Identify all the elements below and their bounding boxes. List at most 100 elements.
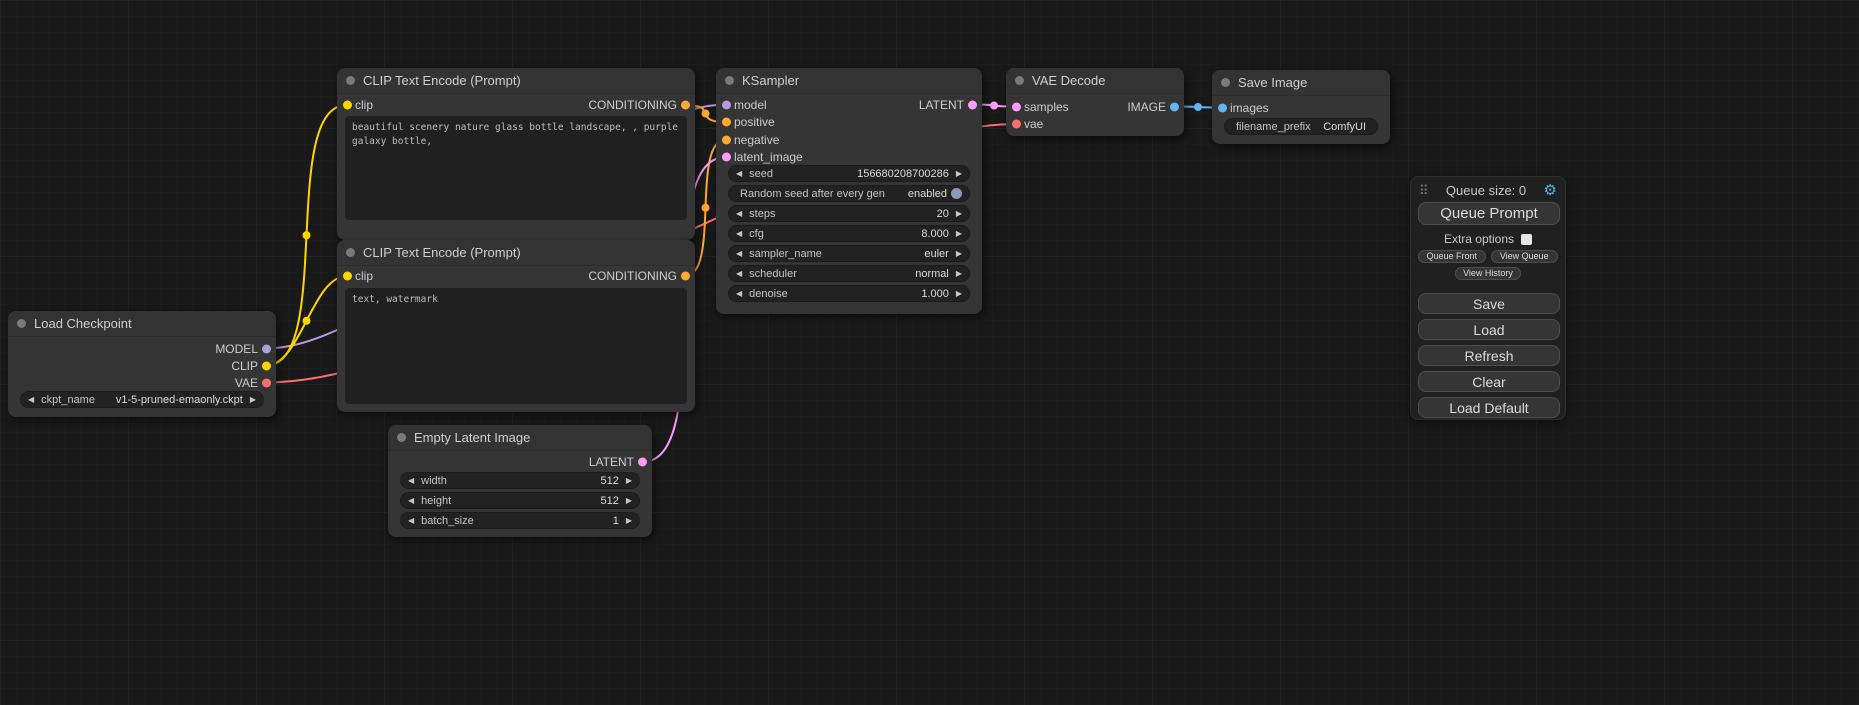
negative-prompt-textarea[interactable]: text, watermark bbox=[345, 288, 687, 404]
node-ksampler[interactable]: KSampler model positive negative latent_… bbox=[716, 68, 982, 314]
node-title-bar[interactable]: CLIP Text Encode (Prompt) bbox=[337, 240, 695, 266]
refresh-button[interactable]: Refresh bbox=[1418, 345, 1560, 366]
widget-seed[interactable]: ◀ seed 156680208700286 ▶ bbox=[728, 165, 970, 182]
input-slot-images: images bbox=[1212, 100, 1269, 115]
widget-value: 8.000 bbox=[921, 228, 949, 240]
decrease-arrow-icon[interactable]: ◀ bbox=[736, 210, 742, 218]
node-collapse-dot[interactable] bbox=[397, 433, 406, 442]
widget-value: 1.000 bbox=[921, 288, 949, 300]
widget-random-seed-toggle[interactable]: Random seed after every gen enabled bbox=[728, 185, 970, 202]
node-save-image[interactable]: Save Image images filename_prefix ComfyU… bbox=[1212, 70, 1390, 144]
widget-scheduler[interactable]: ◀ scheduler normal ▶ bbox=[728, 265, 970, 282]
increase-arrow-icon[interactable]: ▶ bbox=[956, 210, 962, 218]
increase-arrow-icon[interactable]: ▶ bbox=[626, 497, 632, 505]
output-dot-conditioning[interactable] bbox=[681, 100, 690, 109]
output-dot-vae[interactable] bbox=[262, 378, 271, 387]
node-collapse-dot[interactable] bbox=[346, 76, 355, 85]
increase-arrow-icon[interactable]: ▶ bbox=[626, 517, 632, 525]
increase-arrow-icon[interactable]: ▶ bbox=[956, 230, 962, 238]
output-dot-image[interactable] bbox=[1170, 102, 1179, 111]
view-history-button[interactable]: View History bbox=[1455, 267, 1521, 280]
node-title-bar[interactable]: Load Checkpoint bbox=[8, 311, 276, 337]
output-dot-model[interactable] bbox=[262, 344, 271, 353]
node-load-checkpoint[interactable]: Load Checkpoint MODEL CLIP VAE ◀ ckpt_na… bbox=[8, 311, 276, 417]
load-button[interactable]: Load bbox=[1418, 319, 1560, 340]
output-dot-clip[interactable] bbox=[262, 361, 271, 370]
node-title-label: CLIP Text Encode (Prompt) bbox=[363, 245, 521, 260]
queue-front-button[interactable]: Queue Front bbox=[1418, 250, 1486, 263]
decrease-arrow-icon[interactable]: ◀ bbox=[736, 170, 742, 178]
decrease-arrow-icon[interactable]: ◀ bbox=[736, 290, 742, 298]
decrease-arrow-icon[interactable]: ◀ bbox=[408, 517, 414, 525]
extra-options-checkbox[interactable] bbox=[1521, 234, 1532, 245]
widget-value: 20 bbox=[937, 208, 949, 220]
node-title-bar[interactable]: Empty Latent Image bbox=[388, 425, 652, 451]
increase-arrow-icon[interactable]: ▶ bbox=[956, 170, 962, 178]
decrease-arrow-icon[interactable]: ◀ bbox=[408, 497, 414, 505]
widget-value: 1 bbox=[613, 515, 619, 527]
widget-cfg[interactable]: ◀ cfg 8.000 ▶ bbox=[728, 225, 970, 242]
widget-ckpt-name[interactable]: ◀ ckpt_name v1-5-pruned-emaonly.ckpt ▶ bbox=[20, 391, 264, 408]
decrease-arrow-icon[interactable]: ◀ bbox=[736, 250, 742, 258]
view-queue-button[interactable]: View Queue bbox=[1491, 250, 1559, 263]
input-dot-clip[interactable] bbox=[343, 271, 352, 280]
output-slot-conditioning: CONDITIONING bbox=[588, 97, 695, 112]
queue-panel: ⠿ Queue size: 0 ⚙ Queue Prompt Extra opt… bbox=[1410, 176, 1566, 420]
widget-denoise[interactable]: ◀ denoise 1.000 ▶ bbox=[728, 285, 970, 302]
decrease-arrow-icon[interactable]: ◀ bbox=[736, 270, 742, 278]
node-collapse-dot[interactable] bbox=[1015, 76, 1024, 85]
input-dot-negative[interactable] bbox=[722, 135, 731, 144]
node-empty-latent-image[interactable]: Empty Latent Image LATENT ◀ width 512 ▶ … bbox=[388, 425, 652, 537]
node-clip-text-encode-positive[interactable]: CLIP Text Encode (Prompt) clip CONDITION… bbox=[337, 68, 695, 240]
load-default-button[interactable]: Load Default bbox=[1418, 397, 1560, 418]
increase-arrow-icon[interactable]: ▶ bbox=[956, 270, 962, 278]
node-title-bar[interactable]: CLIP Text Encode (Prompt) bbox=[337, 68, 695, 94]
node-collapse-dot[interactable] bbox=[725, 76, 734, 85]
node-collapse-dot[interactable] bbox=[17, 319, 26, 328]
input-dot-images[interactable] bbox=[1218, 103, 1227, 112]
slot-label: LATENT bbox=[919, 98, 964, 112]
settings-gear-icon[interactable]: ⚙ bbox=[1544, 183, 1557, 198]
output-dot-latent[interactable] bbox=[638, 457, 647, 466]
decrease-arrow-icon[interactable]: ◀ bbox=[408, 477, 414, 485]
output-dot-latent[interactable] bbox=[968, 100, 977, 109]
input-dot-vae[interactable] bbox=[1012, 120, 1021, 129]
increase-arrow-icon[interactable]: ▶ bbox=[626, 477, 632, 485]
widget-batch-size[interactable]: ◀ batch_size 1 ▶ bbox=[400, 512, 640, 529]
decrease-arrow-icon[interactable]: ◀ bbox=[736, 230, 742, 238]
node-title-bar[interactable]: KSampler bbox=[716, 68, 982, 94]
input-dot-clip[interactable] bbox=[343, 100, 352, 109]
widget-width[interactable]: ◀ width 512 ▶ bbox=[400, 472, 640, 489]
toggle-knob[interactable] bbox=[951, 188, 962, 199]
widget-name: width bbox=[421, 475, 600, 487]
input-dot-samples[interactable] bbox=[1012, 102, 1021, 111]
slot-label: CONDITIONING bbox=[588, 98, 677, 112]
node-title-label: VAE Decode bbox=[1032, 73, 1105, 88]
input-dot-latent-image[interactable] bbox=[722, 153, 731, 162]
widget-sampler-name[interactable]: ◀ sampler_name euler ▶ bbox=[728, 245, 970, 262]
input-dot-positive[interactable] bbox=[722, 118, 731, 127]
save-button[interactable]: Save bbox=[1418, 293, 1560, 314]
decrease-arrow-icon[interactable]: ◀ bbox=[28, 396, 34, 404]
positive-prompt-textarea[interactable]: beautiful scenery nature glass bottle la… bbox=[345, 116, 687, 220]
output-dot-conditioning[interactable] bbox=[681, 271, 690, 280]
queue-prompt-button[interactable]: Queue Prompt bbox=[1418, 202, 1560, 225]
node-collapse-dot[interactable] bbox=[1221, 78, 1230, 87]
node-clip-text-encode-negative[interactable]: CLIP Text Encode (Prompt) clip CONDITION… bbox=[337, 240, 695, 412]
widget-filename-prefix[interactable]: filename_prefix ComfyUI bbox=[1224, 118, 1378, 135]
node-vae-decode[interactable]: VAE Decode samples vae IMAGE bbox=[1006, 68, 1184, 136]
input-dot-model[interactable] bbox=[722, 100, 731, 109]
output-slot-model: MODEL bbox=[215, 341, 276, 356]
widget-steps[interactable]: ◀ steps 20 ▶ bbox=[728, 205, 970, 222]
clear-button[interactable]: Clear bbox=[1418, 371, 1560, 392]
drag-handle-icon[interactable]: ⠿ bbox=[1419, 184, 1429, 197]
widget-height[interactable]: ◀ height 512 ▶ bbox=[400, 492, 640, 509]
widget-name: steps bbox=[749, 208, 936, 220]
node-collapse-dot[interactable] bbox=[346, 248, 355, 257]
increase-arrow-icon[interactable]: ▶ bbox=[956, 290, 962, 298]
widget-name: cfg bbox=[749, 228, 921, 240]
node-title-bar[interactable]: VAE Decode bbox=[1006, 68, 1184, 94]
increase-arrow-icon[interactable]: ▶ bbox=[250, 396, 256, 404]
increase-arrow-icon[interactable]: ▶ bbox=[956, 250, 962, 258]
node-title-bar[interactable]: Save Image bbox=[1212, 70, 1390, 96]
